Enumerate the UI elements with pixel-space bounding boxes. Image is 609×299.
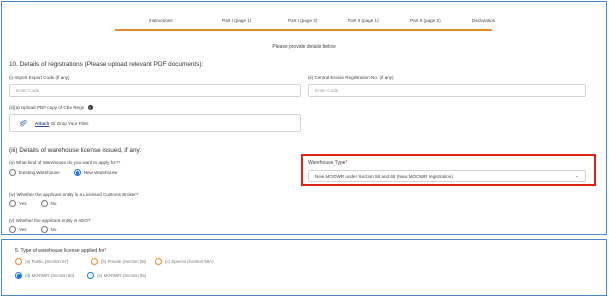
warehouse-kind-text: (a) What kind of Warehouse do you want t… — [9, 160, 119, 165]
existing-warehouse-radio[interactable] — [9, 169, 16, 176]
existing-warehouse-label: Existing Warehouse — [19, 170, 60, 175]
license-option-moowr-60-label: (d) MOOWR (Section 60) — [25, 273, 75, 278]
info-icon[interactable]: i — [87, 105, 93, 111]
customs-broker-yes-radio[interactable] — [9, 200, 16, 207]
section-10-heading: 10. Details of registrations (Please upl… — [9, 61, 204, 68]
license-option-moowr-60[interactable]: (d) MOOWR (Section 60) — [15, 272, 74, 279]
drop-label: Or Drop Your Files — [50, 120, 89, 126]
new-warehouse-radio[interactable] — [73, 169, 81, 176]
customs-broker-label: (iv) Whether the applicant entity is a L… — [9, 192, 139, 197]
attach-link[interactable]: Attach — [35, 121, 49, 126]
customs-broker-no-label: No — [50, 201, 57, 206]
tab-instructions[interactable]: Instructions — [149, 18, 173, 23]
tab-part1-page1[interactable]: Part I (page 1) — [222, 18, 251, 23]
license-option-moowr-65-label: (e) MOOWR (Section 65) — [97, 273, 147, 278]
warehouse-type-value: New MOOWR under Section 58 and 65 (New M… — [315, 173, 453, 179]
progress-tabs: Instructions Part I (page 1) Part I (pag… — [2, 2, 606, 32]
iec-label: (i) Import Export Code (if any) — [9, 75, 70, 80]
customs-broker-radio-group: Yes No — [9, 200, 70, 207]
required-mark: * — [345, 160, 348, 166]
license-option-private-label: (b) Private (Section 58) — [101, 259, 147, 264]
tab-part2-page1[interactable]: Part II (page 1) — [348, 18, 379, 23]
license-option-moowr-65[interactable]: (e) MOOWR (Section 65) — [87, 272, 146, 279]
instruction-text: Please provide details below — [272, 44, 336, 50]
license-option-special[interactable]: (c) Special (Section 58A) — [155, 258, 214, 265]
license-option-special-label: (c) Special (Section 58A) — [165, 259, 214, 264]
license-option-private[interactable]: (b) Private (Section 58) — [91, 258, 146, 265]
paperclip-icon — [20, 119, 27, 126]
required-mark: * — [104, 248, 107, 254]
warehouse-type-select[interactable]: New MOOWR under Section 58 and 65 (New M… — [308, 170, 586, 182]
license-option-public-label: (a) Public (Section 57) — [25, 259, 69, 264]
license-type-title: 5. Type of warehouse license applied for… — [15, 248, 106, 254]
aeo-no-radio[interactable] — [40, 226, 48, 233]
customs-broker-yes-label: Yes — [19, 201, 27, 206]
upload-label: (ii)(a) Upload PDF copy of CEx Regn i — [9, 105, 93, 111]
license-option-moowr-65-radio[interactable] — [87, 272, 94, 279]
aeo-label: (v) Whether the applicant entity is AEO? — [9, 218, 91, 223]
new-warehouse-label: New Warehouse — [83, 170, 118, 175]
tab-part1-page2[interactable]: Part I (page 2) — [288, 18, 317, 23]
warehouse-kind-label: (a) What kind of Warehouse do you want t… — [9, 160, 120, 165]
license-option-special-radio[interactable] — [155, 258, 162, 265]
license-option-public-radio[interactable] — [15, 258, 22, 265]
section-iii-heading: (iii) Details of warehouse license issue… — [9, 147, 142, 154]
license-type-panel: 5. Type of warehouse license applied for… — [1, 239, 607, 296]
license-option-private-radio[interactable] — [91, 258, 98, 265]
aeo-radio-group: Yes No — [9, 226, 70, 233]
warehouse-kind-radio-group: Existing Warehouse New Warehouse — [9, 169, 131, 176]
aeo-no-label: No — [50, 227, 57, 232]
upload-dropzone[interactable]: Attach Or Drop Your Files — [9, 114, 301, 132]
warehouse-type-label: Warehouse Type* — [308, 160, 347, 166]
tab-part2-page2[interactable]: Part II (page 2) — [410, 18, 441, 23]
cer-label: (ii) Central Excise Registration No. (if… — [308, 75, 394, 80]
aeo-yes-label: Yes — [19, 227, 27, 232]
main-form-panel: Instructions Part I (page 1) Part I (pag… — [1, 1, 607, 235]
iec-input[interactable] — [9, 84, 301, 97]
upload-label-text: (ii)(a) Upload PDF copy of CEx Regn — [9, 105, 85, 110]
tab-declaration[interactable]: Declaration — [472, 18, 495, 23]
cer-input[interactable] — [308, 84, 586, 97]
required-mark: * — [118, 160, 121, 165]
aeo-yes-radio[interactable] — [9, 226, 16, 233]
license-type-title-text: 5. Type of warehouse license applied for — [15, 248, 105, 254]
tab-progress-underline — [115, 29, 492, 31]
customs-broker-no-radio[interactable] — [40, 200, 48, 207]
license-option-moowr-60-radio[interactable] — [15, 272, 22, 279]
chevron-down-icon: ⌄ — [574, 173, 579, 179]
warehouse-type-label-text: Warehouse Type — [308, 160, 346, 166]
license-option-public[interactable]: (a) Public (Section 57) — [15, 258, 68, 265]
